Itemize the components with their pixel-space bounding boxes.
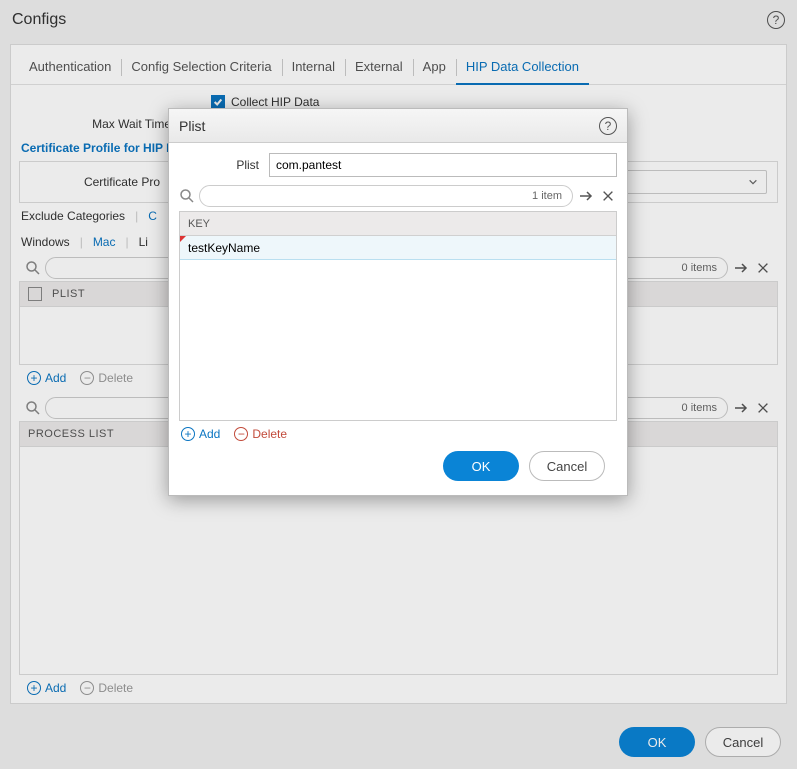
main-tabs: Authentication Config Selection Criteria… xyxy=(11,45,786,85)
modal-add-button[interactable]: +Add xyxy=(181,427,220,441)
modal-search-input[interactable]: 1 item xyxy=(199,185,573,207)
plist-header-label: PLIST xyxy=(52,288,85,300)
tab-internal[interactable]: Internal xyxy=(282,53,345,84)
plist-delete-button[interactable]: −Delete xyxy=(80,371,133,385)
clear-filter-icon[interactable] xyxy=(754,399,772,417)
apply-filter-icon[interactable] xyxy=(577,187,595,205)
modal-grid-row[interactable]: testKeyName xyxy=(180,236,616,260)
modal-grid-header-label: KEY xyxy=(188,218,210,230)
process-add-button[interactable]: +Add xyxy=(27,681,66,695)
window-titlebar: Configs ? xyxy=(0,0,797,40)
modal-body: Plist 1 item KEY testKeyName xyxy=(169,143,627,495)
modal-delete-button[interactable]: −Delete xyxy=(234,427,287,441)
modal-titlebar: Plist ? xyxy=(169,109,627,143)
plist-select-all-checkbox[interactable] xyxy=(28,287,42,301)
main-ok-button[interactable]: OK xyxy=(619,727,695,757)
modal-title: Plist xyxy=(179,118,205,134)
modal-key-grid: KEY testKeyName xyxy=(179,211,617,421)
plist-count: 0 items xyxy=(682,262,717,274)
search-icon[interactable] xyxy=(25,260,41,276)
modal-grid-header: KEY xyxy=(180,212,616,236)
os-tab-mac[interactable]: Mac xyxy=(93,235,116,249)
tab-authentication[interactable]: Authentication xyxy=(19,53,121,84)
tab-external[interactable]: External xyxy=(345,53,413,84)
configs-window: Configs ? Authentication Config Selectio… xyxy=(0,0,797,769)
os-tab-windows[interactable]: Windows xyxy=(21,235,70,249)
plist-add-button[interactable]: +Add xyxy=(27,371,66,385)
process-header-label: PROCESS LIST xyxy=(28,428,114,440)
process-count: 0 items xyxy=(682,402,717,414)
apply-filter-icon[interactable] xyxy=(732,259,750,277)
search-icon[interactable] xyxy=(25,400,41,416)
main-footer: OK Cancel xyxy=(619,727,781,757)
tab-config-selection[interactable]: Config Selection Criteria xyxy=(121,53,281,84)
main-cancel-button[interactable]: Cancel xyxy=(705,727,781,757)
clear-filter-icon[interactable] xyxy=(754,259,772,277)
search-icon[interactable] xyxy=(179,188,195,204)
modal-plist-row: Plist xyxy=(179,153,617,177)
modal-ok-button[interactable]: OK xyxy=(443,451,519,481)
chevron-down-icon xyxy=(748,177,758,187)
modal-plist-input[interactable] xyxy=(269,153,617,177)
tab-hip-data-collection[interactable]: HIP Data Collection xyxy=(456,53,589,84)
cert-profile-label: Certificate Pro xyxy=(30,175,170,189)
modal-plist-label: Plist xyxy=(179,158,269,172)
modal-footer: OK Cancel xyxy=(179,441,617,481)
tab-app[interactable]: App xyxy=(413,53,456,84)
apply-filter-icon[interactable] xyxy=(732,399,750,417)
divider: | xyxy=(135,209,138,223)
help-icon[interactable]: ? xyxy=(599,117,617,135)
os-tab-linux[interactable]: Li xyxy=(139,235,148,249)
help-icon[interactable]: ? xyxy=(767,11,785,29)
modal-searchbar: 1 item xyxy=(179,185,617,211)
collect-hip-checkbox[interactable] xyxy=(211,95,225,109)
exclude-categories-label: Exclude Categories xyxy=(21,209,125,223)
modal-grid-cell: testKeyName xyxy=(188,241,260,255)
window-title: Configs xyxy=(12,11,66,29)
process-delete-button[interactable]: −Delete xyxy=(80,681,133,695)
modal-count: 1 item xyxy=(532,190,562,202)
modal-actions: +Add −Delete xyxy=(179,421,617,441)
plist-modal: Plist ? Plist 1 item KEY testK xyxy=(168,108,628,496)
collect-hip-label: Collect HIP Data xyxy=(231,95,319,109)
process-actions: +Add −Delete xyxy=(19,675,778,701)
modal-cancel-button[interactable]: Cancel xyxy=(529,451,605,481)
modal-grid-body xyxy=(180,260,616,420)
clear-filter-icon[interactable] xyxy=(599,187,617,205)
exclude-c-link[interactable]: C xyxy=(148,209,157,223)
